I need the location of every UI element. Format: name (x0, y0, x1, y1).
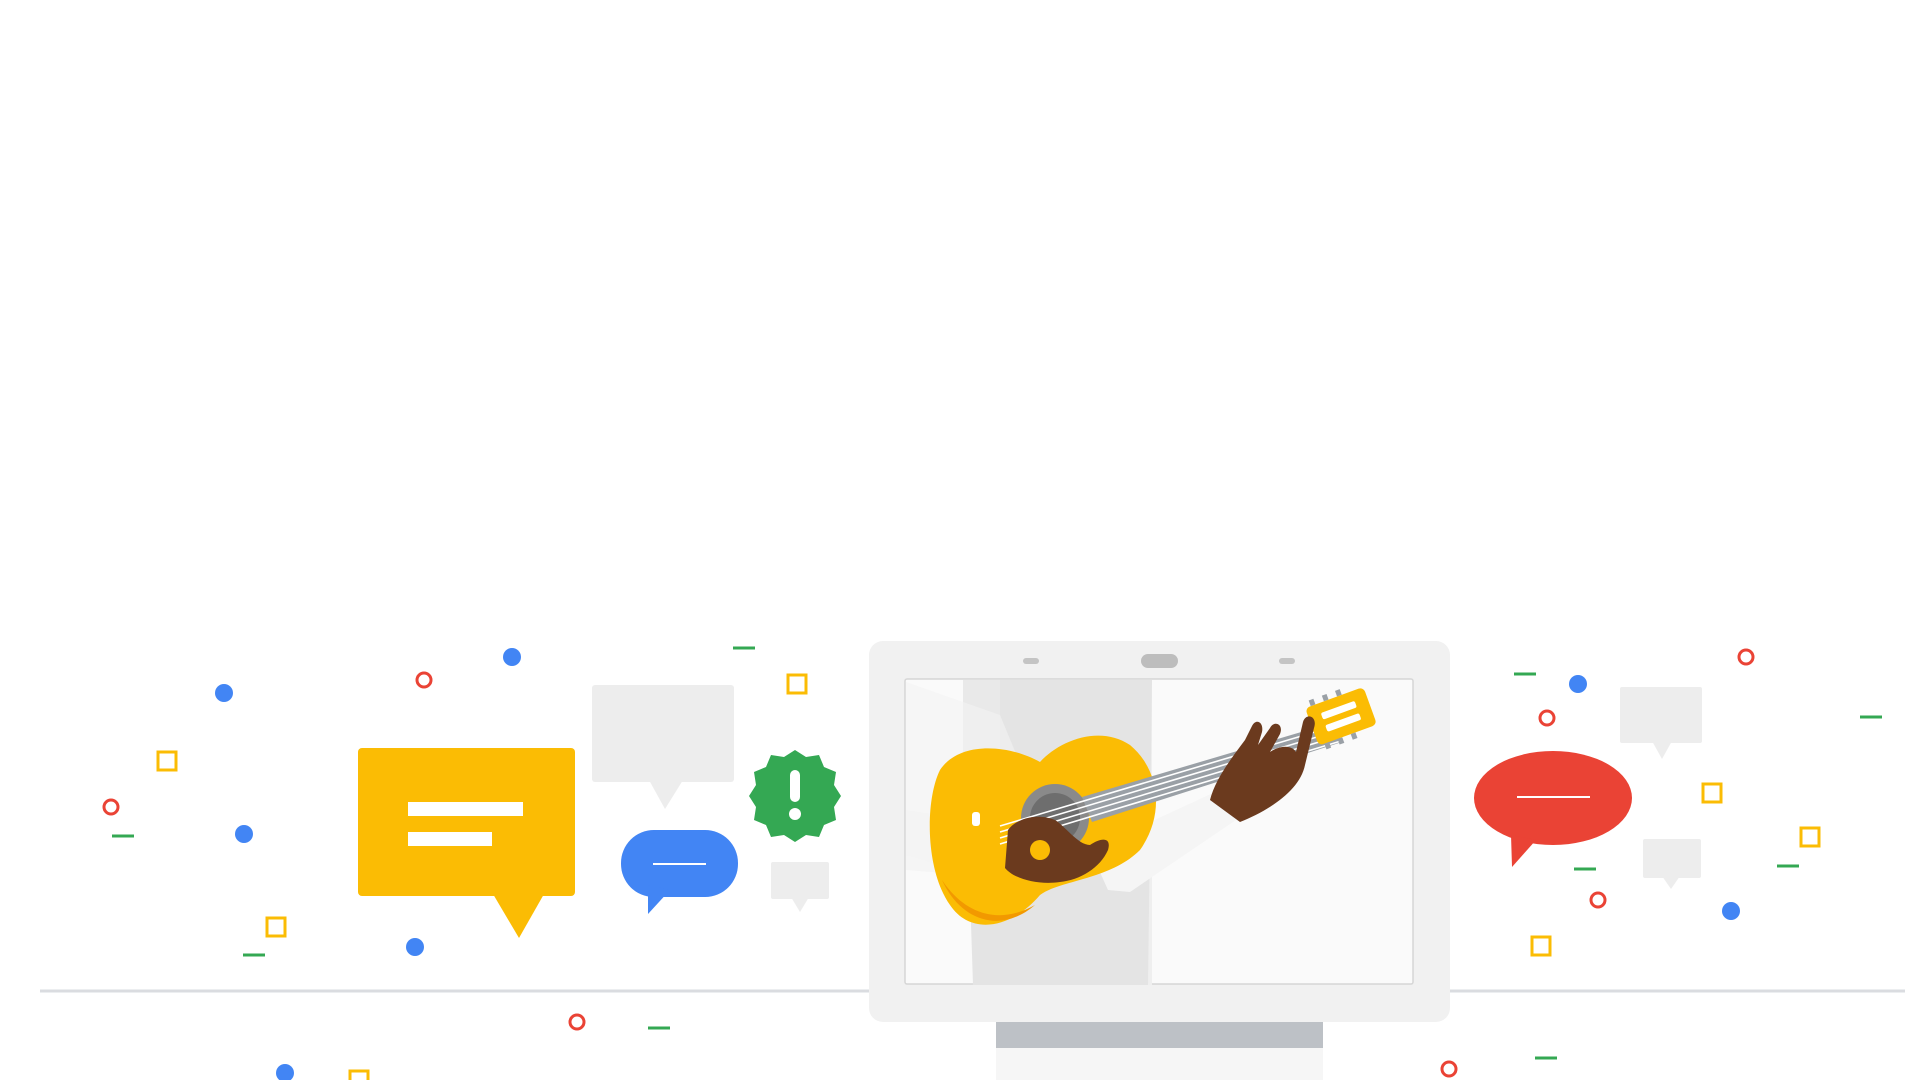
confetti-yellow-square (1530, 935, 1552, 957)
confetti-red-ring (1737, 648, 1755, 666)
confetti-yellow-square (156, 750, 178, 772)
confetti-blue-dot (1569, 675, 1587, 693)
blue-chat-bubble-icon (621, 830, 738, 914)
confetti-yellow-square (1799, 826, 1821, 848)
green-alert-badge-icon (749, 750, 841, 842)
illustration-scene (40, 641, 1905, 1080)
gray-chat-bubble-icon (771, 862, 829, 912)
gray-chat-bubble-icon (1620, 687, 1702, 759)
confetti-red-ring (1589, 891, 1607, 909)
device-sensor (1023, 658, 1039, 664)
red-chat-bubble-icon (1474, 751, 1632, 867)
confetti-blue-dot (406, 938, 424, 956)
confetti-red-ring (415, 671, 433, 689)
smart-display-device-icon (869, 641, 1450, 1080)
confetti-yellow-square (348, 1069, 370, 1080)
confetti-red-ring (1440, 1060, 1458, 1078)
confetti-blue-dot (235, 825, 253, 843)
device-stand (996, 1021, 1323, 1048)
confetti-red-ring (568, 1013, 586, 1031)
device-camera (1141, 654, 1178, 668)
confetti-blue-dot (1722, 902, 1740, 920)
confetti-yellow-square (786, 673, 808, 695)
confetti-red-ring (102, 798, 120, 816)
confetti-blue-dot (276, 1064, 294, 1080)
gray-chat-bubble-icon (592, 685, 734, 809)
device-sensor (1279, 658, 1295, 664)
confetti-blue-dot (503, 648, 521, 666)
confetti-yellow-square (1701, 782, 1723, 804)
confetti-red-ring (1538, 709, 1556, 727)
confetti-blue-dot (215, 684, 233, 702)
yellow-chat-bubble-icon (358, 748, 575, 938)
confetti-yellow-square (265, 916, 287, 938)
gray-chat-bubble-icon (1643, 839, 1701, 889)
